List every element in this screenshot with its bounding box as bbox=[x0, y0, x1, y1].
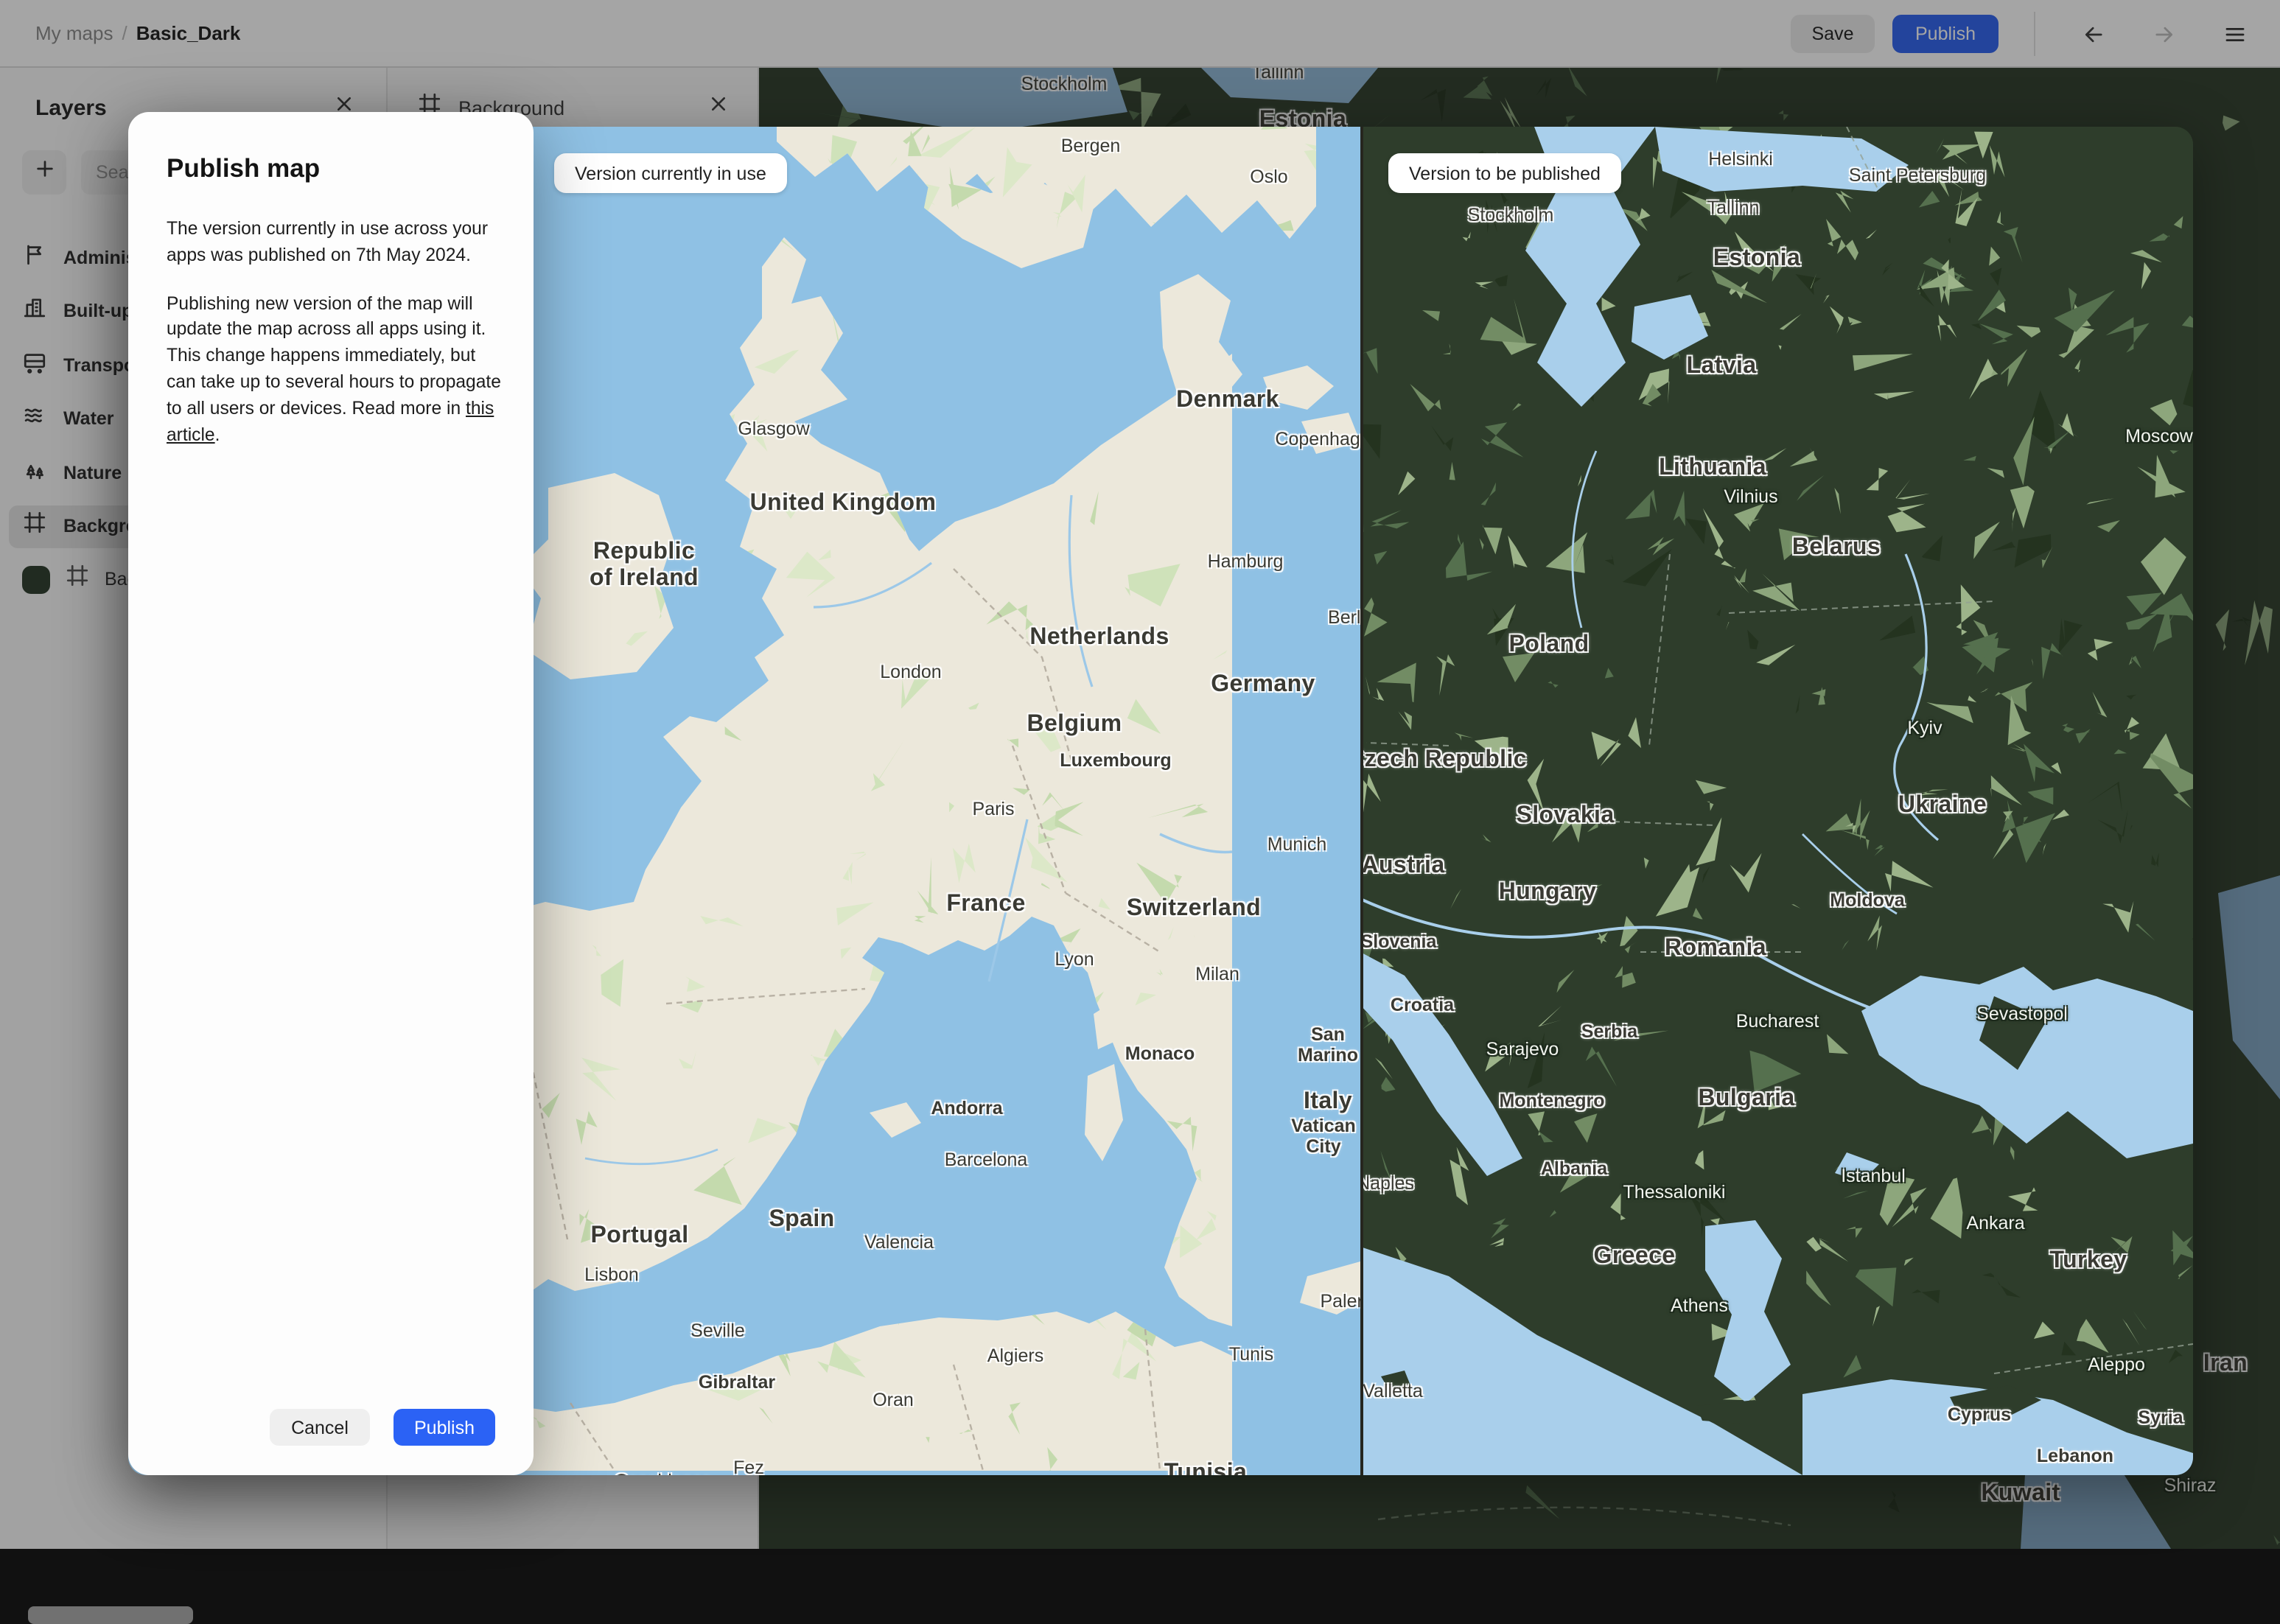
dialog-paragraph-2: Publishing new version of the map will u… bbox=[167, 293, 501, 445]
version-current-chip: Version currently in use bbox=[554, 153, 787, 193]
map-editor-app: My maps / Basic_Dark Save Publish Layers… bbox=[0, 0, 2280, 1624]
dialog-paragraph-1: The version currently in use across your… bbox=[167, 218, 489, 265]
cancel-button[interactable]: Cancel bbox=[270, 1409, 370, 1446]
publish-button[interactable]: Publish bbox=[394, 1409, 495, 1446]
version-new-chip: Version to be published bbox=[1388, 153, 1621, 193]
dialog-title: Publish map bbox=[167, 153, 321, 183]
compare-split-divider bbox=[1360, 127, 1363, 1475]
map-version-new: Helsinki Saint Petersburg Stockholm Tallinn… bbox=[1360, 127, 2193, 1475]
bottom-partial-bar bbox=[28, 1606, 193, 1624]
publish-map-dialog: Publish map The version currently in use… bbox=[128, 112, 534, 1475]
